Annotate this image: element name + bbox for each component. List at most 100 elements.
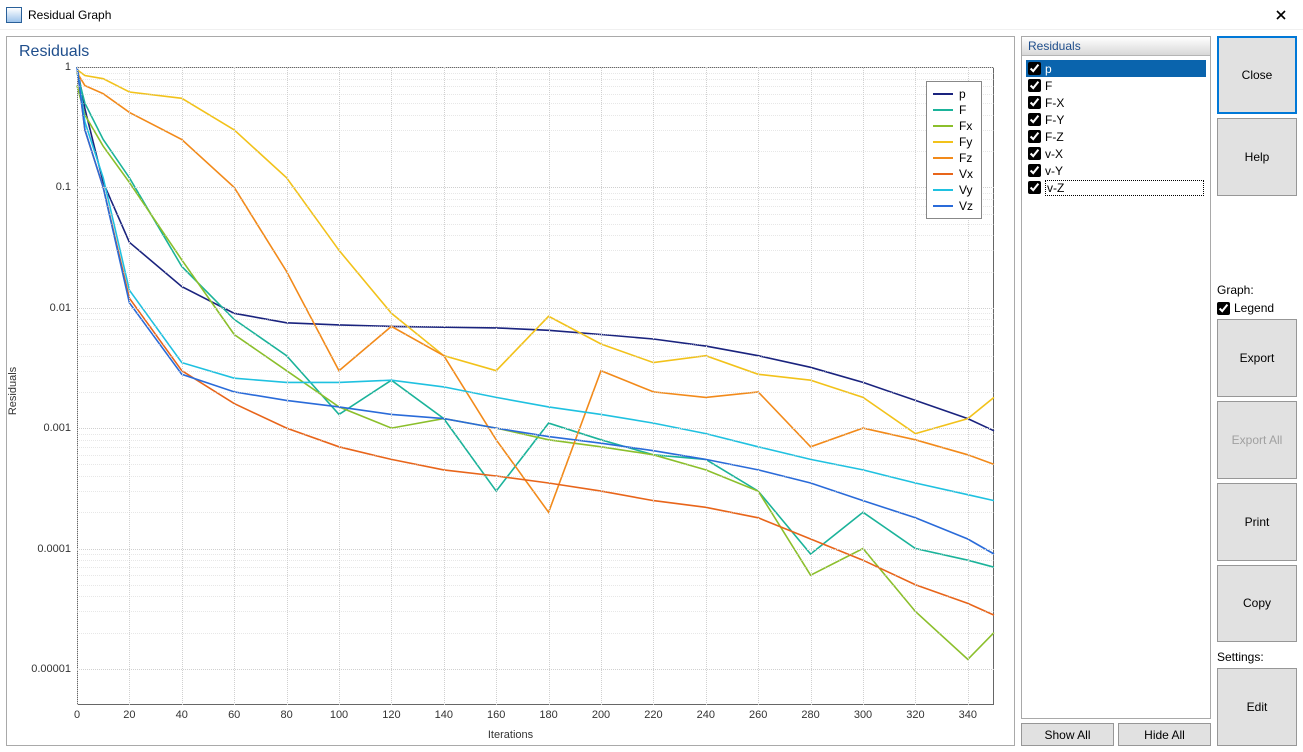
legend-swatch bbox=[933, 189, 953, 191]
close-button[interactable]: Close bbox=[1217, 36, 1297, 114]
chart-title: Residuals bbox=[19, 43, 89, 61]
x-tick: 200 bbox=[592, 705, 610, 721]
chart-panel: Residuals Residuals Iterations 020406080… bbox=[6, 36, 1015, 746]
y-tick: 0.1 bbox=[56, 181, 77, 193]
x-tick: 0 bbox=[74, 705, 80, 721]
legend-item: Vz bbox=[933, 198, 973, 214]
x-tick: 60 bbox=[228, 705, 240, 721]
legend-item: Vy bbox=[933, 182, 973, 198]
x-tick: 220 bbox=[644, 705, 662, 721]
settings-section-label: Settings: bbox=[1217, 650, 1297, 664]
residual-item-label: F-X bbox=[1045, 96, 1064, 110]
export-all-button[interactable]: Export All bbox=[1217, 401, 1297, 479]
legend-swatch bbox=[933, 93, 953, 95]
legend-swatch bbox=[933, 173, 953, 175]
residuals-group-title: Residuals bbox=[1022, 37, 1210, 56]
x-tick: 100 bbox=[330, 705, 348, 721]
legend-swatch bbox=[933, 205, 953, 207]
x-tick: 120 bbox=[382, 705, 400, 721]
x-axis-label: Iterations bbox=[488, 729, 533, 741]
legend-item: Vx bbox=[933, 166, 973, 182]
titlebar: Residual Graph bbox=[0, 0, 1303, 30]
copy-button[interactable]: Copy bbox=[1217, 565, 1297, 643]
residual-item-label: v-Y bbox=[1045, 164, 1063, 178]
export-button[interactable]: Export bbox=[1217, 319, 1297, 397]
legend-item: Fz bbox=[933, 150, 973, 166]
series-p bbox=[77, 67, 994, 431]
legend-label: Vy bbox=[959, 182, 973, 198]
residuals-list[interactable]: pF F-XF-Y F-Z v-X v-Y v-Z bbox=[1026, 60, 1206, 714]
close-icon bbox=[1276, 10, 1286, 20]
show-all-button[interactable]: Show All bbox=[1021, 723, 1114, 746]
legend-item: F bbox=[933, 102, 973, 118]
help-button[interactable]: Help bbox=[1217, 118, 1297, 196]
residual-item-checkbox[interactable] bbox=[1028, 147, 1041, 160]
print-button[interactable]: Print bbox=[1217, 483, 1297, 561]
residuals-group: Residuals pF F-XF-Y F-Z v-X v-Y v-Z bbox=[1021, 36, 1211, 719]
x-tick: 180 bbox=[539, 705, 557, 721]
residual-list-item[interactable]: v-Y bbox=[1026, 162, 1206, 179]
legend-swatch bbox=[933, 109, 953, 111]
legend-label: Vz bbox=[959, 198, 973, 214]
y-tick: 0.01 bbox=[50, 302, 77, 314]
residual-list-item[interactable]: p bbox=[1026, 60, 1206, 77]
series-Vx bbox=[77, 67, 994, 615]
plot-area[interactable]: 0204060801001201401601802002202402602803… bbox=[77, 67, 994, 705]
x-tick: 320 bbox=[906, 705, 924, 721]
legend-checkbox-row[interactable]: Legend bbox=[1217, 301, 1297, 315]
residual-item-label: F bbox=[1045, 79, 1052, 93]
legend-label: F bbox=[959, 102, 966, 118]
x-tick: 160 bbox=[487, 705, 505, 721]
series-Fy bbox=[77, 70, 994, 434]
x-tick: 240 bbox=[697, 705, 715, 721]
residual-item-label: v-Z bbox=[1045, 180, 1204, 196]
chart-lines bbox=[77, 67, 994, 705]
legend-checkbox[interactable] bbox=[1217, 302, 1230, 315]
residual-item-checkbox[interactable] bbox=[1028, 181, 1041, 194]
residual-item-checkbox[interactable] bbox=[1028, 79, 1041, 92]
x-tick: 280 bbox=[801, 705, 819, 721]
legend-label: Fz bbox=[959, 150, 972, 166]
residual-list-item[interactable]: F-Y bbox=[1026, 111, 1206, 128]
residual-list-item[interactable]: v-X bbox=[1026, 145, 1206, 162]
window-title: Residual Graph bbox=[28, 8, 1258, 22]
residual-item-checkbox[interactable] bbox=[1028, 164, 1041, 177]
x-tick: 260 bbox=[749, 705, 767, 721]
residual-list-item[interactable]: F-X bbox=[1026, 94, 1206, 111]
residual-item-checkbox[interactable] bbox=[1028, 113, 1041, 126]
legend-item: Fy bbox=[933, 134, 973, 150]
legend-checkbox-label: Legend bbox=[1234, 301, 1274, 315]
x-tick: 340 bbox=[959, 705, 977, 721]
legend-label: p bbox=[959, 86, 966, 102]
y-tick: 0.0001 bbox=[37, 543, 77, 555]
legend-label: Vx bbox=[959, 166, 973, 182]
legend-swatch bbox=[933, 157, 953, 159]
app-icon bbox=[6, 7, 22, 23]
series-Vy bbox=[77, 67, 994, 501]
hide-all-button[interactable]: Hide All bbox=[1118, 723, 1211, 746]
residual-item-checkbox[interactable] bbox=[1028, 96, 1041, 109]
residual-item-checkbox[interactable] bbox=[1028, 62, 1041, 75]
chart-legend: pFFxFyFzVxVyVz bbox=[926, 81, 982, 219]
y-tick: 0.00001 bbox=[31, 663, 77, 675]
graph-section-label: Graph: bbox=[1217, 283, 1297, 297]
residual-list-item[interactable]: v-Z bbox=[1026, 179, 1206, 196]
legend-item: Fx bbox=[933, 118, 973, 134]
x-tick: 40 bbox=[176, 705, 188, 721]
x-tick: 20 bbox=[123, 705, 135, 721]
residual-item-checkbox[interactable] bbox=[1028, 130, 1041, 143]
edit-button[interactable]: Edit bbox=[1217, 668, 1297, 746]
legend-item: p bbox=[933, 86, 973, 102]
residual-item-label: v-X bbox=[1045, 147, 1063, 161]
residual-item-label: F-Z bbox=[1045, 130, 1064, 144]
residual-list-item[interactable]: F-Z bbox=[1026, 128, 1206, 145]
residual-list-item[interactable]: F bbox=[1026, 77, 1206, 94]
legend-swatch bbox=[933, 141, 953, 143]
legend-label: Fx bbox=[959, 118, 972, 134]
legend-swatch bbox=[933, 125, 953, 127]
residual-item-label: p bbox=[1045, 62, 1052, 76]
legend-label: Fy bbox=[959, 134, 972, 150]
y-tick: 0.001 bbox=[43, 422, 77, 434]
window-close-button[interactable] bbox=[1258, 0, 1303, 30]
y-tick: 1 bbox=[65, 61, 77, 73]
